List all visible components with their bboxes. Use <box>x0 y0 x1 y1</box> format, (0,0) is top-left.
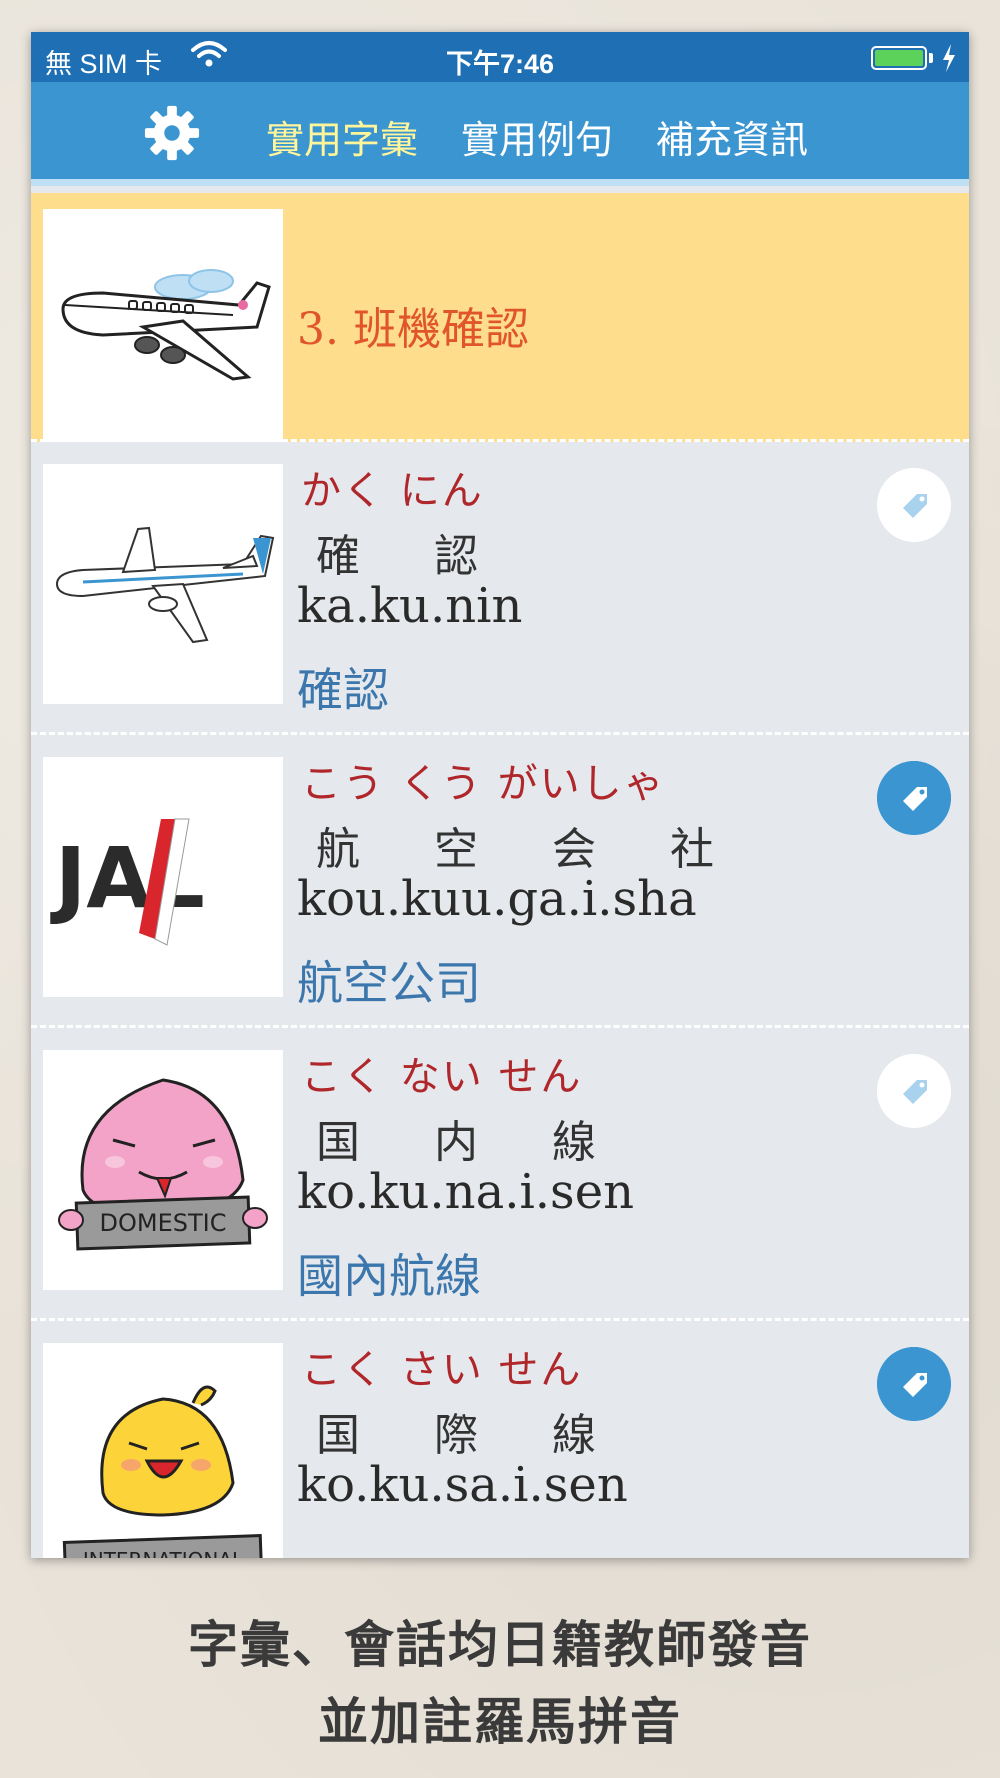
pink-character-domestic-sign: DOMESTIC <box>43 1050 283 1290</box>
section-title: 3. 班機確認 <box>297 304 529 355</box>
word-kana: かく にん <box>301 468 484 514</box>
tab-supplementary-info[interactable]: 補充資訊 <box>656 109 808 164</box>
word-meaning: 航空公司 <box>297 956 481 1010</box>
battery-cap <box>929 53 933 63</box>
word-romaji: ka.ku.nin <box>297 578 523 634</box>
list-item[interactable]: INTERNATIONAL こく さい せん 国 際 線 ko.ku.sa.i.… <box>31 1321 969 1558</box>
list-item[interactable]: JAL こう くう がいしゃ 航 空 会 社 kou.kuu.ga.i.sha … <box>31 735 969 1028</box>
jal-logo: JAL <box>43 757 283 997</box>
vocabulary-list: 3. 班機確認 かく にん 確 認 ka.ku.nin 確認 JAL こう くう… <box>31 193 969 1558</box>
word-romaji: ko.ku.sa.i.sen <box>297 1457 628 1513</box>
word-meaning: 確認 <box>297 663 389 717</box>
gear-icon[interactable] <box>143 104 201 162</box>
tag-bookmark-icon[interactable] <box>877 761 951 835</box>
top-nav-bar: 實用字彙 實用例句 補充資訊 <box>31 82 969 186</box>
caption-line-1: 字彙、會話均日籍教師發音 <box>188 1616 812 1674</box>
word-kanji: 国 際 線 <box>316 1410 626 1461</box>
svg-text:DOMESTIC: DOMESTIC <box>100 1209 227 1237</box>
airplane-illustration <box>43 209 283 449</box>
word-kana: こく さい せん <box>301 1347 583 1393</box>
word-meaning: 國內航線 <box>297 1249 481 1303</box>
yellow-chick-international-sign: INTERNATIONAL <box>43 1343 283 1558</box>
battery-icon <box>871 46 927 70</box>
airplane-illustration <box>43 464 283 704</box>
tab-example-sentences[interactable]: 實用例句 <box>461 109 613 164</box>
word-kanji: 国 内 線 <box>316 1117 626 1168</box>
tag-bookmark-icon[interactable] <box>877 468 951 542</box>
status-bar: 無 SIM 卡 下午7:46 <box>31 32 969 82</box>
caption-line-2: 並加註羅馬拼音 <box>318 1693 682 1751</box>
svg-text:INTERNATIONAL: INTERNATIONAL <box>83 1548 244 1558</box>
phone-screen: 無 SIM 卡 下午7:46 實用字彙 實用例句 補充資訊 3. 班機確認 かく… <box>31 32 969 1558</box>
tag-bookmark-icon[interactable] <box>877 1347 951 1421</box>
charging-bolt-icon <box>943 44 955 72</box>
word-kanji: 航 空 会 社 <box>316 824 744 875</box>
word-romaji: ko.ku.na.i.sen <box>297 1164 635 1220</box>
word-kana: こう くう がいしゃ <box>301 761 666 807</box>
word-kana: こく ない せん <box>301 1054 583 1100</box>
word-romaji: kou.kuu.ga.i.sha <box>297 871 697 927</box>
word-kanji: 確 認 <box>316 531 508 582</box>
tag-bookmark-icon[interactable] <box>877 1054 951 1128</box>
list-item[interactable]: DOMESTIC こく ない せん 国 内 線 ko.ku.na.i.sen 國… <box>31 1028 969 1321</box>
status-time: 下午7:46 <box>445 49 555 79</box>
list-item[interactable]: かく にん 確 認 ka.ku.nin 確認 <box>31 442 969 735</box>
tab-vocabulary[interactable]: 實用字彙 <box>266 109 418 164</box>
section-header: 3. 班機確認 <box>31 193 969 449</box>
